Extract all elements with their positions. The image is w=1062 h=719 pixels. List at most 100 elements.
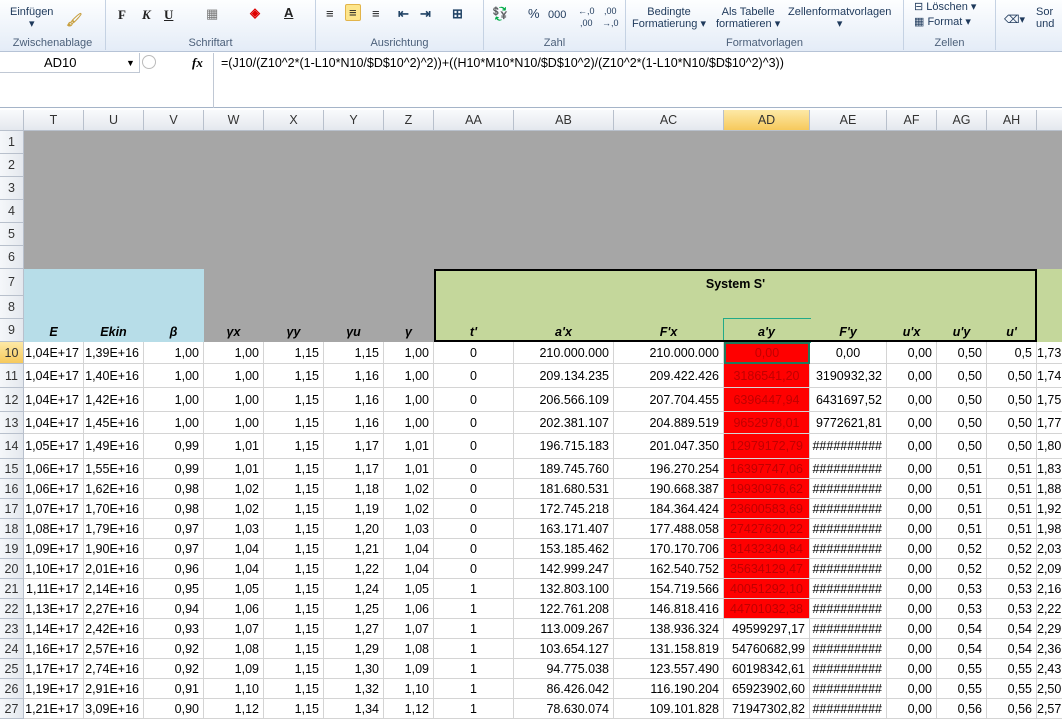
- cell[interactable]: 1,04E+17: [24, 388, 84, 412]
- column-header-X[interactable]: X: [264, 110, 324, 131]
- cell[interactable]: 1,10: [204, 679, 264, 699]
- cell[interactable]: [264, 177, 324, 200]
- cell[interactable]: ##########: [810, 539, 887, 559]
- cell[interactable]: 116.190.204: [614, 679, 724, 699]
- cell[interactable]: 1,15: [264, 559, 324, 579]
- cell[interactable]: 0,00: [887, 479, 937, 499]
- cell[interactable]: 2,22: [1037, 599, 1062, 619]
- cell[interactable]: [987, 177, 1037, 200]
- clear-icon[interactable]: ⌫▾: [1004, 14, 1025, 26]
- cell[interactable]: 172.745.218: [514, 499, 614, 519]
- cell[interactable]: [84, 154, 144, 177]
- insert-function-button[interactable]: fx: [192, 55, 203, 71]
- row-header[interactable]: 23: [0, 619, 24, 639]
- decrease-indent-icon[interactable]: ⇤: [398, 6, 409, 22]
- cell[interactable]: 54760682,99: [724, 639, 810, 659]
- cell[interactable]: 0: [434, 388, 514, 412]
- cell[interactable]: 0,50: [937, 412, 987, 434]
- cell[interactable]: [987, 200, 1037, 223]
- cell[interactable]: 1,00: [144, 412, 204, 434]
- row-header[interactable]: 7: [0, 269, 24, 296]
- cell[interactable]: 1,83: [1037, 459, 1062, 479]
- borders-icon[interactable]: ▦: [206, 6, 218, 22]
- cell[interactable]: ##########: [810, 599, 887, 619]
- decrease-decimal-icon[interactable]: ,00 →,0: [602, 5, 619, 29]
- cell[interactable]: 0,99: [144, 459, 204, 479]
- cell[interactable]: 0,50: [937, 342, 987, 364]
- row-header[interactable]: 5: [0, 223, 24, 246]
- cell[interactable]: 1,02: [384, 499, 434, 519]
- cell[interactable]: [434, 246, 514, 269]
- cell[interactable]: [204, 131, 264, 154]
- cell[interactable]: 1,15: [264, 679, 324, 699]
- cell[interactable]: 2,01E+16: [84, 559, 144, 579]
- align-right-icon[interactable]: ≡: [372, 6, 380, 21]
- format-button[interactable]: ▦ Format ▾: [914, 16, 971, 28]
- cell[interactable]: [614, 223, 724, 246]
- cell[interactable]: 0,51: [987, 499, 1037, 519]
- column-label[interactable]: β: [144, 319, 204, 342]
- cell[interactable]: 2,42E+16: [84, 619, 144, 639]
- cell[interactable]: [724, 200, 810, 223]
- cell[interactable]: 1,12: [384, 699, 434, 719]
- cell-styles-button[interactable]: Zellenformatvorlagen ▾: [788, 6, 891, 30]
- cell[interactable]: [724, 131, 810, 154]
- cell[interactable]: 3,09E+16: [84, 699, 144, 719]
- cell[interactable]: 1,04: [204, 539, 264, 559]
- cell[interactable]: 1,06: [204, 599, 264, 619]
- cell[interactable]: 2,14E+16: [84, 579, 144, 599]
- cell[interactable]: 1,09: [384, 659, 434, 679]
- row-header[interactable]: 6: [0, 246, 24, 269]
- cell[interactable]: [384, 200, 434, 223]
- cell[interactable]: 1,73: [1037, 342, 1062, 364]
- cell[interactable]: [887, 223, 937, 246]
- column-header-V[interactable]: V: [144, 110, 204, 131]
- cell[interactable]: 209.134.235: [514, 364, 614, 388]
- cell[interactable]: 12979172,79: [724, 434, 810, 459]
- cell[interactable]: 0: [434, 434, 514, 459]
- cell[interactable]: [887, 177, 937, 200]
- cell[interactable]: 1,01: [384, 434, 434, 459]
- cell[interactable]: 1,15: [264, 434, 324, 459]
- cell[interactable]: [434, 177, 514, 200]
- formula-bar-resize-handle[interactable]: [142, 55, 156, 69]
- cell[interactable]: ##########: [810, 434, 887, 459]
- cell[interactable]: 1: [434, 679, 514, 699]
- cell[interactable]: 0,98: [144, 499, 204, 519]
- cell[interactable]: 2,74E+16: [84, 659, 144, 679]
- row-header[interactable]: 3: [0, 177, 24, 200]
- cell[interactable]: 9652978,01: [724, 412, 810, 434]
- cell[interactable]: [384, 131, 434, 154]
- cell[interactable]: [204, 296, 264, 319]
- cell[interactable]: 184.364.424: [614, 499, 724, 519]
- cell[interactable]: 1,15: [264, 519, 324, 539]
- cell[interactable]: [84, 131, 144, 154]
- cell[interactable]: 0: [434, 519, 514, 539]
- cell[interactable]: 209.422.426: [614, 364, 724, 388]
- cell[interactable]: ##########: [810, 639, 887, 659]
- cell[interactable]: [84, 177, 144, 200]
- cell[interactable]: 1,13E+17: [24, 599, 84, 619]
- cell[interactable]: 202.381.107: [514, 412, 614, 434]
- cell[interactable]: 1,17: [324, 459, 384, 479]
- cell[interactable]: 1,70E+16: [84, 499, 144, 519]
- cell[interactable]: 1,09E+17: [24, 539, 84, 559]
- cell[interactable]: 1,79E+16: [84, 519, 144, 539]
- cell[interactable]: [24, 154, 84, 177]
- cell[interactable]: [434, 131, 514, 154]
- cell[interactable]: 0,52: [987, 559, 1037, 579]
- cell[interactable]: 1,10: [384, 679, 434, 699]
- cell[interactable]: 40051292,10: [724, 579, 810, 599]
- cell[interactable]: [937, 200, 987, 223]
- cell[interactable]: 60198342,61: [724, 659, 810, 679]
- cell[interactable]: 2,27E+16: [84, 599, 144, 619]
- cell[interactable]: 1,01: [384, 459, 434, 479]
- cell[interactable]: 1,27: [324, 619, 384, 639]
- cell[interactable]: [724, 154, 810, 177]
- increase-decimal-icon[interactable]: ←,0,00: [578, 5, 595, 29]
- cell[interactable]: 1,16: [324, 364, 384, 388]
- cell[interactable]: 1,00: [204, 388, 264, 412]
- cell[interactable]: 1,06E+17: [24, 479, 84, 499]
- cell[interactable]: 1,15: [264, 659, 324, 679]
- cell[interactable]: [987, 131, 1037, 154]
